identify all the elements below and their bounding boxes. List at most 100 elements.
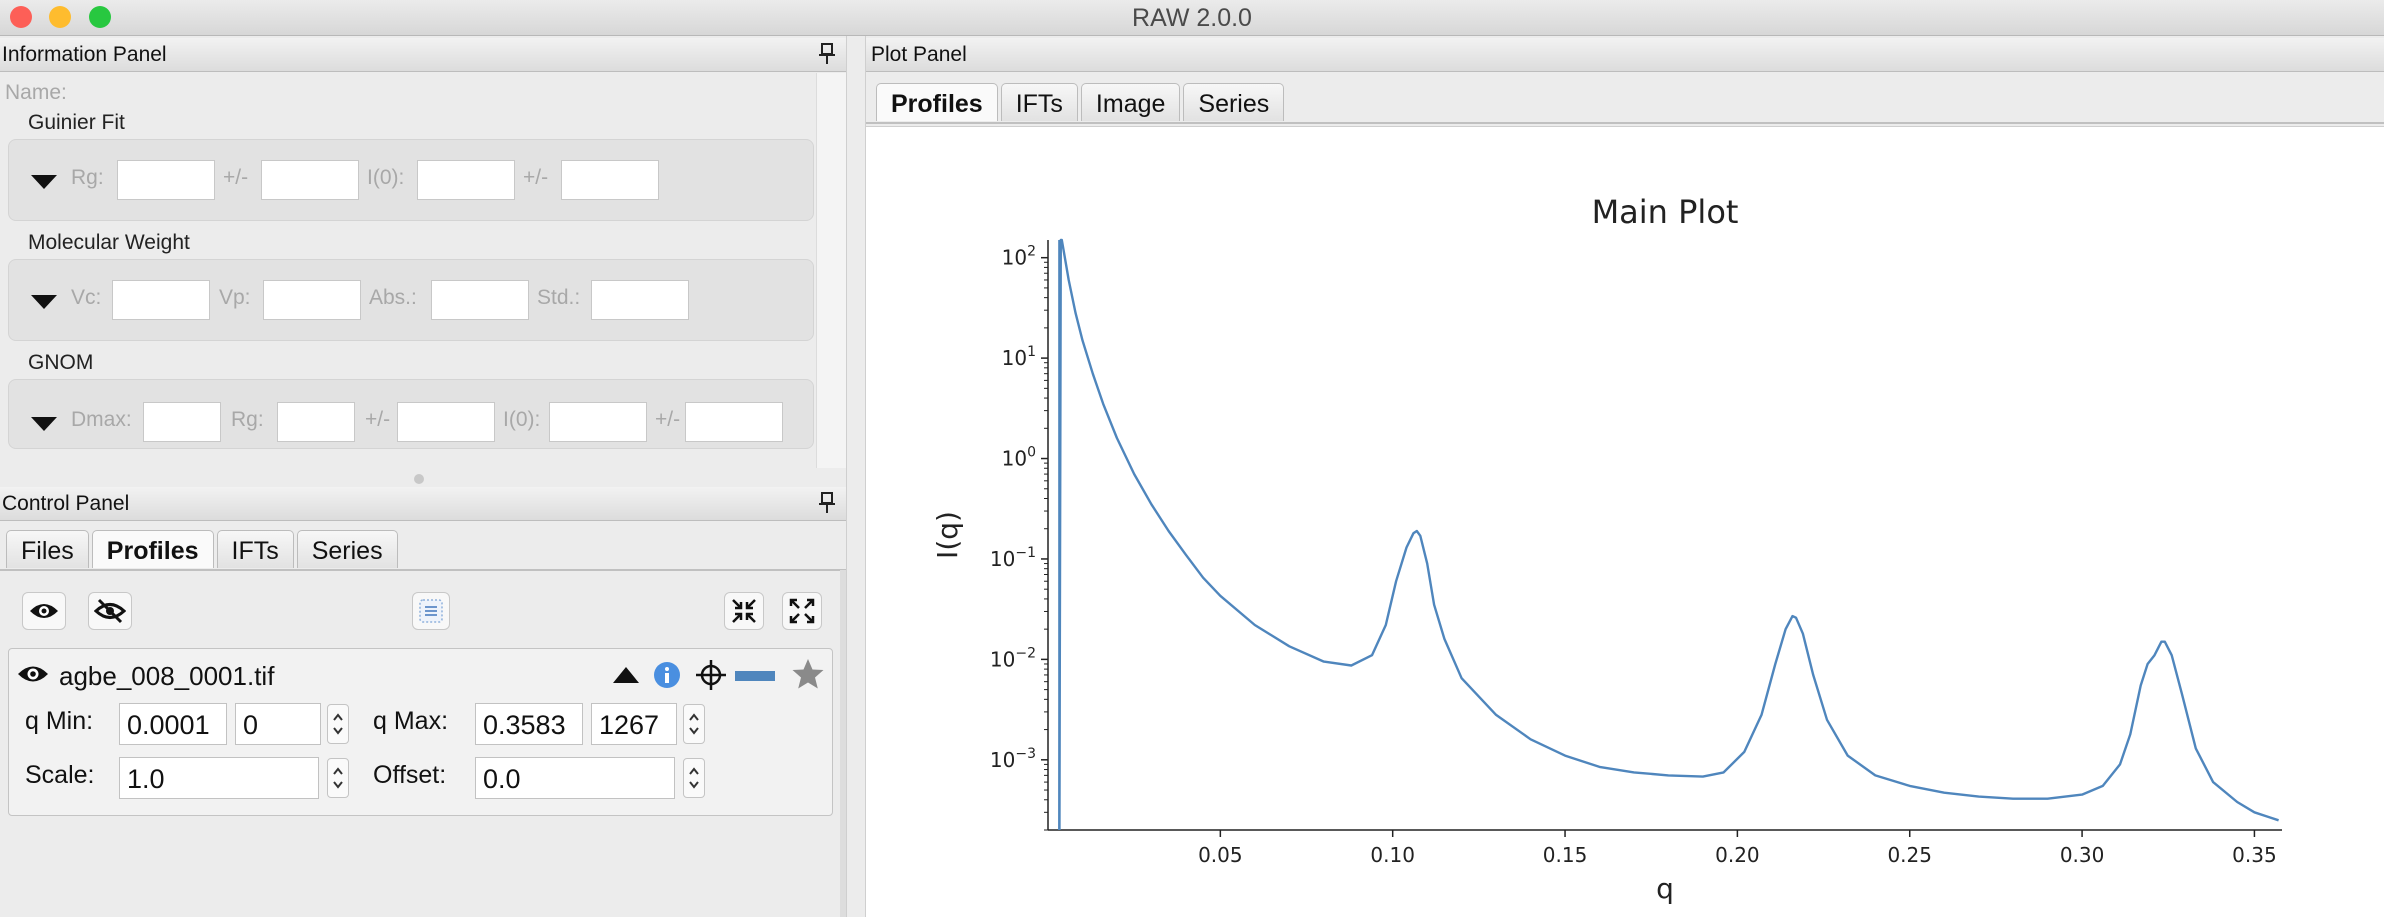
qmin-value-field[interactable]: 0.0001 [119, 703, 227, 745]
guinier-rg-field[interactable] [117, 160, 215, 200]
crosshair-icon[interactable] [695, 659, 727, 691]
vertical-splitter[interactable] [846, 36, 866, 917]
main-plot[interactable]: Main Plot 0.05 0.10 0.15 0.20 0.25 0.30 0.35 102… [866, 126, 2384, 917]
spinner-arrows-icon [689, 767, 699, 789]
chart-title: Main Plot [1592, 193, 1739, 231]
offset-field[interactable]: 0.0 [475, 757, 675, 799]
splitter-handle[interactable] [414, 474, 424, 484]
expand-arrows-icon [789, 598, 815, 624]
guinier-fit-group: Rg: +/- I(0): +/- [8, 139, 814, 221]
pin-icon[interactable] [818, 43, 836, 65]
gnom-group: Dmax: Rg: +/- I(0): +/- [8, 379, 814, 449]
control-panel-header: Control Panel [0, 487, 846, 521]
y-tick-label: 101 [1002, 344, 1036, 370]
qmin-spinner[interactable] [327, 704, 349, 744]
mw-vp-label: Vp: [219, 286, 251, 309]
mw-std-label: Std.: [537, 286, 581, 309]
window-title: RAW 2.0.0 [1132, 4, 1252, 32]
mw-vc-field[interactable] [112, 280, 210, 320]
show-all-button[interactable] [22, 592, 66, 630]
plot-panel-header: Plot Panel [866, 38, 2384, 72]
y-tick-label: 10−3 [990, 746, 1036, 772]
guinier-rg-error-field[interactable] [261, 160, 359, 200]
star-icon[interactable] [791, 657, 825, 691]
spinner-arrows-icon [333, 767, 343, 789]
qmax-index-field[interactable]: 1267 [591, 703, 677, 745]
qmax-value-field[interactable]: 0.3583 [475, 703, 583, 745]
hide-all-button[interactable] [88, 592, 132, 630]
document-lines-icon [419, 599, 443, 623]
profile-item[interactable]: agbe_008_0001.tif q Min: 0.0001 0 q Max:… [8, 648, 833, 816]
x-tick-label: 0.25 [1887, 843, 1932, 867]
plot-tab-ifts[interactable]: IFTs [1000, 83, 1078, 121]
plot-tab-profiles[interactable]: Profiles [876, 83, 998, 121]
collapse-up-icon[interactable] [613, 667, 639, 683]
properties-button[interactable] [412, 592, 450, 630]
info-panel-title: Information Panel [2, 43, 167, 66]
y-tick-label: 100 [1002, 445, 1036, 471]
mw-vc-label: Vc: [71, 286, 102, 309]
gnom-dmax-label: Dmax: [71, 408, 132, 431]
collapse-triangle-icon[interactable] [31, 417, 57, 431]
guinier-i0-field[interactable] [417, 160, 515, 200]
pin-icon[interactable] [818, 492, 836, 514]
eye-icon[interactable] [17, 663, 49, 685]
mw-abs-field[interactable] [431, 280, 529, 320]
gnom-i0-error-field[interactable] [685, 402, 783, 442]
gnom-title: GNOM [28, 351, 94, 374]
data-series-line [1058, 238, 2279, 831]
guinier-rg-pm-label: +/- [223, 166, 249, 189]
offset-spinner[interactable] [683, 758, 705, 798]
x-tick-label: 0.10 [1370, 843, 1415, 867]
gnom-i0-field[interactable] [549, 402, 647, 442]
control-tab-series[interactable]: Series [296, 530, 398, 568]
gnom-rg-pm-label: +/- [365, 408, 391, 431]
eye-icon [30, 604, 58, 618]
collapse-all-button[interactable] [724, 592, 764, 630]
gnom-rg-label: Rg: [231, 408, 264, 431]
eye-slash-icon [94, 598, 126, 624]
y-tick-label: 10−1 [990, 545, 1036, 571]
guinier-i0-error-field[interactable] [561, 160, 659, 200]
scale-label: Scale: [25, 761, 95, 789]
x-tick-label: 0.05 [1198, 843, 1243, 867]
control-tab-ifts[interactable]: IFTs [216, 530, 294, 568]
window-titlebar: RAW 2.0.0 [0, 0, 2384, 36]
mw-abs-label: Abs.: [369, 286, 417, 309]
collapse-triangle-icon[interactable] [31, 295, 57, 309]
info-panel-scrollbar[interactable] [816, 73, 846, 468]
x-tick-label: 0.35 [2232, 843, 2277, 867]
scale-field[interactable]: 1.0 [119, 757, 319, 799]
panel-splitter[interactable] [0, 468, 846, 488]
x-tick-label: 0.20 [1715, 843, 1760, 867]
qmin-index-field[interactable]: 0 [235, 703, 321, 745]
control-tab-profiles[interactable]: Profiles [91, 530, 214, 568]
control-panel-title: Control Panel [2, 492, 130, 515]
molecular-weight-group: Vc: Vp: Abs.: Std.: [8, 259, 814, 341]
control-tab-files[interactable]: Files [6, 530, 89, 568]
tab-divider [0, 569, 846, 571]
plot-tab-image[interactable]: Image [1080, 83, 1181, 121]
gnom-dmax-field[interactable] [143, 402, 221, 442]
scale-spinner[interactable] [327, 758, 349, 798]
x-axis-label: q [1656, 872, 1674, 905]
y-tick-label: 102 [1002, 244, 1036, 270]
collapse-arrows-icon [732, 599, 756, 623]
mw-vp-field[interactable] [263, 280, 361, 320]
profile-filename: agbe_008_0001.tif [59, 661, 275, 691]
info-panel-header: Information Panel [0, 38, 846, 72]
y-axis-label: I(q) [931, 511, 964, 559]
qmax-spinner[interactable] [683, 704, 705, 744]
gnom-rg-error-field[interactable] [397, 402, 495, 442]
gnom-rg-field[interactable] [277, 402, 355, 442]
collapse-triangle-icon[interactable] [31, 175, 57, 189]
plot-tab-series[interactable]: Series [1183, 83, 1285, 121]
mw-std-field[interactable] [591, 280, 689, 320]
line-color-swatch[interactable] [735, 671, 775, 681]
plot-panel-title: Plot Panel [871, 43, 967, 66]
guinier-fit-title: Guinier Fit [28, 111, 125, 134]
expand-all-button[interactable] [782, 592, 822, 630]
guinier-i0-label: I(0): [367, 166, 405, 189]
qmin-label: q Min: [25, 707, 94, 735]
info-icon[interactable] [653, 661, 681, 689]
